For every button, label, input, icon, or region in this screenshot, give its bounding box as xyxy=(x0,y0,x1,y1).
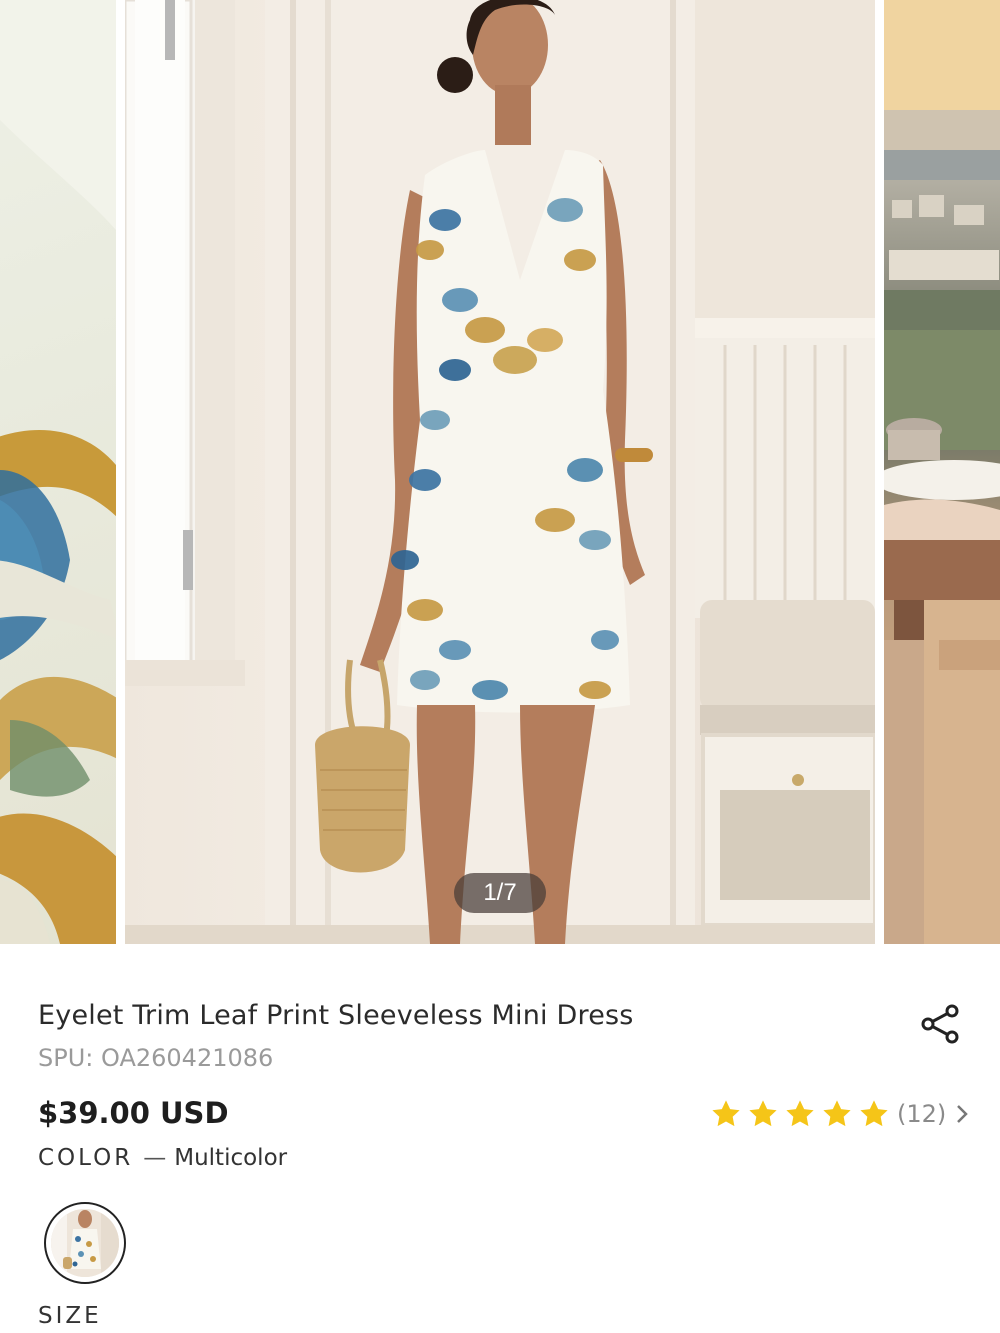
fabric-closeup-image xyxy=(0,0,116,944)
rating-summary[interactable]: (12) xyxy=(710,1096,970,1132)
share-icon xyxy=(921,1004,959,1044)
selected-color-value: Multicolor xyxy=(174,1145,288,1171)
product-spu: SPU: OA260421086 xyxy=(38,1044,274,1072)
color-swatch-multicolor[interactable] xyxy=(44,1202,126,1284)
star-icon xyxy=(860,1100,888,1127)
star-icon xyxy=(786,1100,814,1127)
product-title: Eyelet Trim Leaf Print Sleeveless Mini D… xyxy=(38,1000,634,1031)
star-icon xyxy=(749,1100,777,1127)
chevron-right-icon xyxy=(957,1105,969,1123)
gallery-counter: 1/7 xyxy=(454,873,546,913)
gallery-slide-next[interactable] xyxy=(884,0,1000,944)
color-selector-label: COLOR — Multicolor xyxy=(38,1145,287,1171)
star-icon xyxy=(823,1100,851,1127)
star-icon xyxy=(712,1100,740,1127)
product-image-gallery[interactable]: 1/7 xyxy=(0,0,1000,944)
swatch-thumbnail xyxy=(51,1209,119,1277)
size-label: SIZE xyxy=(38,1303,102,1329)
color-separator: — xyxy=(143,1145,167,1171)
gallery-slide-main[interactable]: 1/7 xyxy=(125,0,875,944)
swatch-image xyxy=(51,1209,119,1277)
product-price: $39.00 USD xyxy=(38,1096,229,1130)
outdoor-scene-image xyxy=(884,0,1000,944)
review-count: (12) xyxy=(897,1100,947,1128)
gallery-slide-previous[interactable] xyxy=(0,0,116,944)
product-main-image xyxy=(125,0,875,944)
share-button[interactable] xyxy=(918,1002,962,1046)
color-label: COLOR xyxy=(38,1145,134,1171)
